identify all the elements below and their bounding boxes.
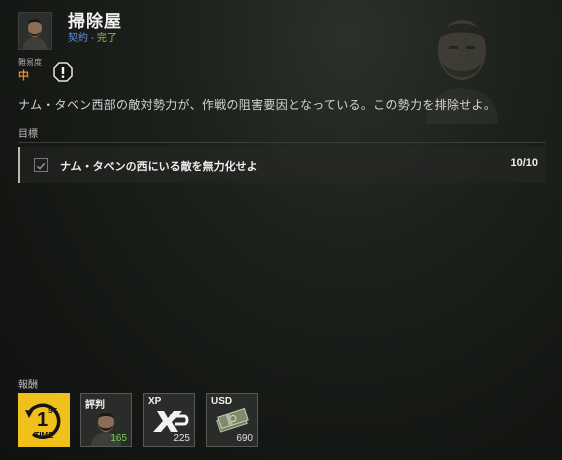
objective-row[interactable]: ナム・タベンの西にいる敵を無力化せよ 10/10 [18,147,546,183]
reputation-value: 165 [110,433,127,444]
first-time-number: 1 [37,409,48,431]
mission-type: 契約 [68,33,88,44]
mission-description: ナム・タベン西部の敵対勢力が、作戦の阻害要因となっている。この勢力を排除せよ。 [18,98,497,112]
difficulty-label: 難易度 [18,58,42,67]
objectives-divider [18,142,546,143]
usd-value: 690 [236,433,253,444]
first-time-icon: 1 ST TIME [25,403,61,440]
objective-checkbox [34,158,48,172]
xp-value: 225 [173,433,190,444]
rewards-label: 報酬 [18,380,38,391]
reward-reputation[interactable]: 評判 165 [80,393,132,447]
check-icon [37,162,46,170]
objective-progress: 10/10 [510,157,538,169]
mission-status: 完了 [96,33,117,44]
difficulty-value: 中 [18,70,29,82]
mission-separator: - [88,33,97,44]
first-time-suffix: ST [48,408,58,415]
mission-title: 掃除屋 [68,12,122,31]
objective-text: ナム・タベンの西にいる敵を無力化せよ [60,161,258,173]
reward-usd[interactable]: USD 690 [206,393,258,447]
handler-avatar [18,12,52,50]
reward-first-time[interactable]: 1 ST TIME [18,393,70,447]
objectives-label: 目標 [18,129,38,140]
mission-subtitle: 契約 - 完了 [68,32,122,46]
first-time-label: TIME [34,431,54,440]
reward-xp[interactable]: XP 225 [143,393,195,447]
alert-icon [53,62,73,82]
reputation-title: 評判 [85,400,105,411]
difficulty-block: 難易度 中 [18,58,42,83]
mission-header: 掃除屋 契約 - 完了 [18,12,122,50]
